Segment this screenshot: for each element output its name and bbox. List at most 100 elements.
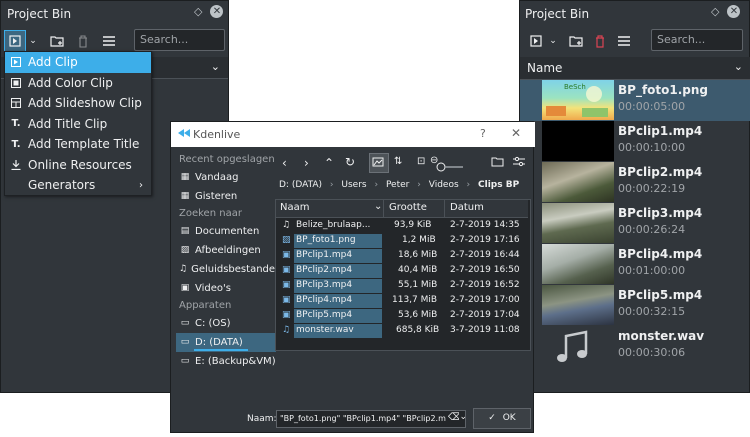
clip-name: BP_foto1.png — [618, 83, 709, 97]
menu-item-generators[interactable]: Generators › — [5, 175, 151, 196]
chevron-down-icon[interactable]: ⌄ — [547, 30, 559, 52]
help-icon[interactable]: ? — [480, 127, 486, 140]
clip-thumbnail: BeSch — [542, 80, 614, 120]
breadcrumb-item[interactable]: Peter — [386, 180, 409, 190]
places-item-drive-d[interactable]: ▭ D: (DATA) — [176, 333, 276, 352]
file-size: 40,4 MiB — [398, 265, 438, 275]
file-row[interactable]: ▣ BPclip4.mp4 113,7 MiB 2-7-2019 17:00 — [276, 294, 528, 309]
menu-item-add-slideshow-clip[interactable]: Add Slideshow Clip — [5, 93, 151, 114]
sort-icon[interactable]: ⇅ — [394, 156, 402, 167]
places-item-yesterday[interactable]: ▦ Gisteren — [176, 187, 276, 206]
column-header-name[interactable]: Naam — [280, 202, 309, 213]
clip-row[interactable]: BPclip5.mp4 00:00:32:15 — [520, 285, 750, 326]
places-item-images[interactable]: ▨ Afbeeldingen — [176, 241, 276, 260]
file-row[interactable]: ▣ BPclip5.mp4 53,6 MiB 2-7-2019 17:04 — [276, 309, 528, 324]
column-header-name[interactable]: Name ⌄ — [520, 57, 750, 80]
filename-input[interactable]: "BP_foto1.png" "BPclip1.mp4" "BPclip2.mp… — [276, 410, 466, 428]
hamburger-menu-icon[interactable] — [98, 30, 120, 52]
clip-name: BPclip1.mp4 — [618, 124, 703, 138]
up-icon[interactable]: ⌃ — [324, 156, 334, 170]
column-header-date[interactable]: Datum — [450, 202, 484, 213]
menu-item-online-resources[interactable]: Online Resources — [5, 155, 151, 176]
breadcrumb-item[interactable]: Users — [341, 180, 366, 190]
file-date: 2-7-2019 14:35 — [450, 220, 520, 230]
reload-icon[interactable]: ↻ — [345, 155, 355, 169]
menu-item-add-clip[interactable]: Add Clip — [5, 52, 151, 73]
places-item-documents[interactable]: ▤ Documenten — [176, 222, 276, 241]
clip-duration: 00:00:26:24 — [618, 223, 686, 236]
breadcrumb-item[interactable]: Videos — [429, 180, 459, 190]
file-date: 3-7-2019 11:08 — [450, 325, 520, 335]
audio-thumbnail — [542, 326, 614, 366]
file-row[interactable]: ▣ BPclip3.mp4 55,1 MiB 2-7-2019 16:52 — [276, 279, 528, 294]
places-item-videos[interactable]: ▣ Video's — [176, 279, 276, 298]
places-section-recent: Recent opgeslagen — [179, 154, 275, 165]
chevron-right-icon: › — [466, 180, 471, 190]
forward-icon[interactable]: › — [304, 156, 309, 170]
ok-button[interactable]: ✓ OK — [473, 408, 531, 429]
file-row[interactable]: ▣ BPclip2.mp4 40,4 MiB 2-7-2019 16:50 — [276, 264, 528, 279]
drive-icon: ▭ — [180, 356, 190, 366]
file-size: 113,7 MiB — [392, 295, 438, 305]
back-icon[interactable]: ‹ — [282, 156, 287, 170]
column-header-size[interactable]: Grootte — [389, 202, 427, 213]
zoom-fit-icon[interactable]: ⊡ — [417, 156, 425, 167]
file-date: 2-7-2019 17:04 — [450, 310, 520, 320]
clip-duration: 00:00:22:19 — [618, 182, 686, 195]
close-icon[interactable]: ✕ — [511, 126, 521, 140]
chevron-down-icon[interactable]: ⌄ — [26, 30, 40, 52]
add-clip-icon[interactable] — [4, 30, 26, 52]
close-icon[interactable]: ✕ — [210, 5, 224, 18]
image-preview-icon[interactable] — [369, 153, 389, 173]
menu-item-label: Add Template Title — [28, 137, 140, 152]
add-clip-icon[interactable] — [525, 30, 547, 52]
file-name: Belize_brulaap... — [296, 220, 371, 230]
clip-row[interactable]: BeSch BP_foto1.png 00:00:05:00 — [520, 80, 750, 121]
file-list: Naam ⌄ Grootte Datum ♫ Belize_brulaap...… — [275, 199, 531, 351]
trash-icon[interactable] — [72, 30, 94, 52]
clip-row[interactable]: BPclip2.mp4 00:00:22:19 — [520, 162, 750, 203]
hamburger-menu-icon[interactable] — [613, 30, 635, 52]
chevron-down-icon[interactable]: ⌄ — [374, 201, 382, 212]
places-sidebar: Recent opgeslagen ▦ Vandaag ▦ Gisteren Zoe… — [176, 152, 281, 371]
clip-row[interactable]: BPclip1.mp4 00:00:10:00 — [520, 121, 750, 162]
chevron-down-icon[interactable]: ⌄ — [734, 60, 743, 73]
clip-name: monster.wav — [618, 329, 705, 343]
clip-row[interactable]: BPclip3.mp4 00:00:26:24 — [520, 203, 750, 244]
new-folder-icon[interactable] — [491, 156, 504, 170]
options-icon[interactable] — [513, 156, 525, 170]
breadcrumb-item[interactable]: D: (DATA) — [279, 180, 322, 190]
float-icon[interactable]: ◇ — [194, 5, 202, 18]
float-icon[interactable]: ◇ — [711, 5, 719, 18]
add-folder-icon[interactable] — [46, 30, 68, 52]
clip-row[interactable]: monster.wav 00:00:30:06 — [520, 326, 750, 367]
file-row[interactable]: ♫ Belize_brulaap... 93,9 KiB 2-7-2019 14… — [276, 219, 528, 234]
file-row[interactable]: ▣ BPclip1.mp4 18,6 MiB 2-7-2019 16:44 — [276, 249, 528, 264]
menu-item-add-title-clip[interactable]: T. Add Title Clip — [5, 114, 151, 135]
drive-icon: ▭ — [180, 318, 190, 328]
places-item-drive-c[interactable]: ▭ C: (OS) — [176, 314, 276, 333]
places-item-today[interactable]: ▦ Vandaag — [176, 168, 276, 187]
zoom-slider[interactable] — [433, 157, 465, 172]
file-row[interactable]: ▨ BP_foto1.png 1,2 MiB 2-7-2019 17:16 — [276, 234, 528, 249]
add-folder-icon[interactable] — [565, 30, 587, 52]
file-size: 55,1 MiB — [398, 280, 438, 290]
file-row[interactable]: ♫ monster.wav 685,8 KiB 3-7-2019 11:08 — [276, 324, 528, 339]
file-name: BPclip1.mp4 — [296, 250, 353, 260]
search-input[interactable]: Search... — [134, 29, 225, 51]
template-title-icon: T. — [11, 138, 21, 150]
file-dialog: Kdenlive ? ✕ Recent opgeslagen ▦ Vandaag … — [170, 121, 535, 433]
menu-item-add-color-clip[interactable]: Add Color Clip — [5, 73, 151, 94]
chevron-down-icon[interactable]: ⌄ — [211, 60, 220, 73]
menu-item-add-template-title[interactable]: T. Add Template Title — [5, 134, 151, 155]
places-item-audio[interactable]: ♫ Geluidsbestanden — [176, 260, 281, 279]
image-icon: ▨ — [180, 245, 190, 255]
search-input[interactable]: Search... — [651, 29, 743, 51]
places-item-drive-e[interactable]: ▭ E: (Backup&VM) — [176, 352, 276, 371]
breadcrumb-item-current[interactable]: Clips BP — [478, 180, 519, 190]
video-icon: ▣ — [180, 283, 190, 293]
chevron-down-icon[interactable]: ⌄ — [459, 412, 465, 422]
clip-row[interactable]: BPclip4.mp4 00:01:00:00 — [520, 244, 750, 285]
trash-icon[interactable] — [589, 30, 611, 52]
close-icon[interactable]: ✕ — [727, 5, 741, 18]
